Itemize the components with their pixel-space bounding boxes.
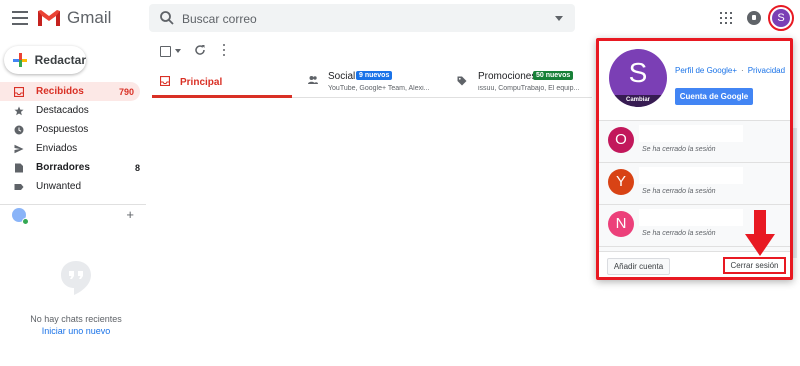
people-icon <box>308 76 318 84</box>
profile-links: Perfil de Google+ · Privacidad <box>675 66 785 75</box>
more-options-icon[interactable] <box>222 44 226 56</box>
avatar: N <box>608 211 634 237</box>
app-name: Gmail <box>67 8 112 27</box>
tab-principal[interactable]: Principal <box>152 66 292 98</box>
tab-senders: YouTube, Google+ Team, Alexi... <box>328 85 430 92</box>
gmail-logo-icon <box>38 10 60 26</box>
notifications-icon[interactable] <box>747 11 761 25</box>
plus-icon <box>13 53 27 67</box>
mail-toolbar <box>160 44 225 58</box>
star-icon <box>14 106 24 115</box>
sidebar-item-label: Recibidos <box>36 86 84 97</box>
draft-icon <box>15 163 23 172</box>
sidebar-divider <box>0 204 146 205</box>
account-name-redacted <box>639 125 743 142</box>
hangouts-header: + <box>10 207 140 225</box>
sidebar-nav: Recibidos 790 Destacados Pospuestos Envi… <box>0 82 146 196</box>
sidebar-item-starred[interactable]: Destacados <box>0 101 146 120</box>
tab-social[interactable]: Social 9 nuevos YouTube, Google+ Team, A… <box>302 66 442 97</box>
account-status: Se ha cerrado la sesión <box>642 230 716 237</box>
google-apps-icon[interactable] <box>720 12 732 24</box>
sidebar-item-unwanted[interactable]: Unwanted <box>0 177 146 196</box>
avatar: O <box>608 127 634 153</box>
new-count-badge: 9 nuevos <box>356 71 393 80</box>
tab-senders: issuu, CompuTrabajo, El equip... <box>478 85 580 92</box>
gmail-logo[interactable]: Gmail <box>37 8 111 28</box>
tab-title: Promociones <box>478 71 537 82</box>
google-plus-profile-link[interactable]: Perfil de Google+ <box>675 66 737 75</box>
active-tab-indicator <box>152 95 292 98</box>
scrollbar[interactable] <box>793 128 797 258</box>
send-icon <box>14 144 24 153</box>
top-bar: Gmail S <box>0 0 800 36</box>
account-name-redacted <box>639 167 743 184</box>
inbox-icon <box>14 86 24 97</box>
search-bar[interactable] <box>149 4 575 32</box>
sidebar-item-drafts[interactable]: Borradores 8 <box>0 158 146 177</box>
sidebar-item-sent[interactable]: Enviados <box>0 139 146 158</box>
change-photo-button[interactable]: Cambiar <box>609 95 667 107</box>
profile-avatar[interactable]: S Cambiar <box>609 49 667 107</box>
tab-title: Principal <box>180 77 223 88</box>
avatar: S <box>772 9 790 27</box>
select-all-checkbox[interactable] <box>160 45 171 57</box>
compose-label: Redactar <box>34 53 86 67</box>
tab-promociones[interactable]: Promociones 50 nuevos issuu, CompuTrabaj… <box>452 66 592 97</box>
inbox-tabs: Principal Social 9 nuevos YouTube, Googl… <box>152 66 592 98</box>
label-icon <box>14 183 24 190</box>
tag-icon <box>457 76 467 86</box>
sign-out-button[interactable]: Cerrar sesión <box>723 257 786 274</box>
search-icon[interactable] <box>159 10 175 26</box>
refresh-icon[interactable] <box>194 44 206 56</box>
search-input[interactable] <box>180 8 544 30</box>
clock-icon <box>14 125 24 134</box>
red-arrow-annotation <box>745 210 775 256</box>
sidebar-item-snoozed[interactable]: Pospuestos <box>0 120 146 139</box>
compose-button[interactable]: Redactar <box>4 46 86 74</box>
sidebar-item-inbox[interactable]: Recibidos 790 <box>0 82 140 101</box>
new-chat-plus-icon[interactable]: + <box>126 207 134 222</box>
link-separator: · <box>741 66 744 75</box>
account-button[interactable]: S <box>768 5 794 31</box>
new-count-badge: 50 nuevos <box>533 71 574 80</box>
tab-title: Social <box>328 71 356 82</box>
sidebar-item-label: Pospuestos <box>36 124 89 135</box>
draft-count: 8 <box>134 162 140 173</box>
google-account-button[interactable]: Cuenta de Google <box>675 88 753 105</box>
avatar-letter: S <box>628 57 648 88</box>
chat-bubble-icon <box>61 261 91 295</box>
unread-count: 790 <box>118 86 134 97</box>
privacy-link[interactable]: Privacidad <box>748 66 785 75</box>
sidebar-item-label: Enviados <box>36 143 78 154</box>
sidebar-item-label: Destacados <box>36 105 89 116</box>
list-item[interactable]: Y Se ha cerrado la sesión <box>599 163 790 205</box>
no-chats-text: No hay chats recientes <box>30 314 122 324</box>
online-status-icon <box>22 218 29 225</box>
main-menu-button[interactable] <box>10 9 30 27</box>
account-name-redacted <box>639 209 743 226</box>
inbox-icon <box>160 76 170 86</box>
sidebar-item-label: Unwanted <box>36 181 82 192</box>
account-status: Se ha cerrado la sesión <box>642 146 716 153</box>
add-account-button[interactable]: Añadir cuenta <box>607 258 670 275</box>
list-item[interactable]: O Se ha cerrado la sesión <box>599 121 790 163</box>
avatar: Y <box>608 169 634 195</box>
search-options-icon[interactable] <box>555 16 563 21</box>
start-chat-link[interactable]: Iniciar uno nuevo <box>0 326 152 336</box>
sidebar-item-label: Borradores <box>36 162 90 173</box>
select-options-icon[interactable] <box>175 49 181 53</box>
account-status: Se ha cerrado la sesión <box>642 188 716 195</box>
